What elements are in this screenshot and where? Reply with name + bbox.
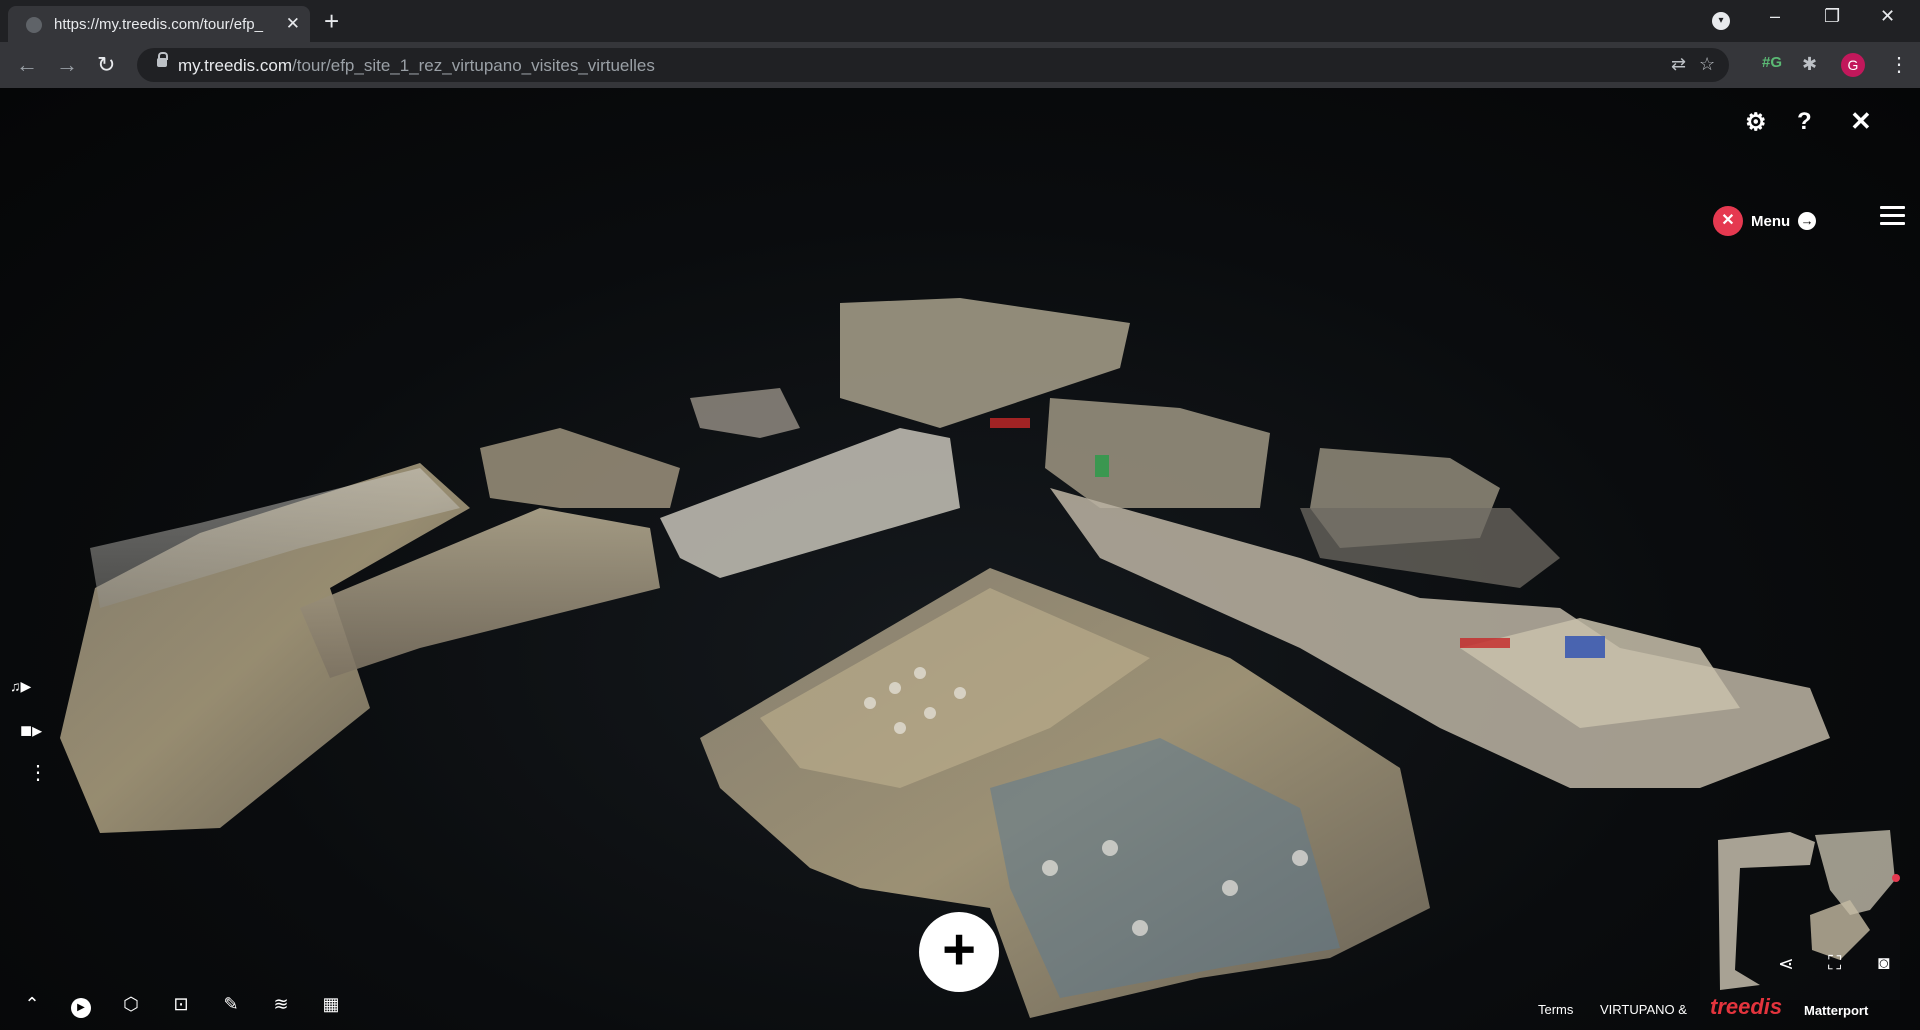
close-icon[interactable]: ✕ [1850, 106, 1872, 137]
browser-tab-bar: https://my.treedis.com/tour/efp_ ✕ + ▾ –… [0, 0, 1920, 42]
restore-button[interactable]: ❐ [1824, 6, 1840, 27]
play-circle-icon[interactable]: ▶ [67, 990, 95, 1018]
close-circle-icon[interactable]: ✕ [1713, 206, 1743, 236]
layers-icon[interactable]: ≋ [267, 990, 295, 1018]
new-tab-button[interactable]: + [324, 6, 339, 36]
fullscreen-icon[interactable]: ⛶ [1828, 953, 1841, 975]
treedis-logo[interactable]: treedis [1710, 994, 1782, 1020]
address-bar[interactable]: my.treedis.com/tour/efp_site_1_rez_virtu… [137, 48, 1729, 82]
forward-arrow-icon[interactable]: → [56, 52, 78, 78]
virtupano-link[interactable]: VIRTUPANO & [1600, 1002, 1687, 1017]
tab-search-icon[interactable]: ▾ [1712, 12, 1730, 30]
menu-label[interactable]: Menu [1751, 213, 1790, 230]
tab-close-icon[interactable]: ✕ [286, 14, 300, 34]
url-text[interactable]: my.treedis.com/tour/efp_site_1_rez_virtu… [178, 56, 655, 76]
hamburger-icon[interactable] [1880, 206, 1905, 225]
reload-icon[interactable]: ↻ [97, 52, 115, 78]
menu-pill[interactable]: ✕ Menu → [1713, 205, 1817, 237]
map-icon[interactable]: ▦ [317, 990, 345, 1018]
chevron-up-icon[interactable]: ⌃ [18, 990, 46, 1018]
dollhouse-model[interactable] [0, 88, 1920, 1030]
globe-icon [26, 17, 42, 33]
vr-headset-icon[interactable]: ◙ [1878, 953, 1889, 975]
video-camera-icon[interactable]: ■▸ [20, 718, 42, 743]
floorplan-icon[interactable]: ⊡ [167, 990, 195, 1018]
matterport-viewer[interactable]: ⚙ ? ✕ ✕ Menu → ♫▶ ■▸ ⋮ ⌃ ▶ ⬡ ⊡ ✎ ≋ ▦ + ⋖… [0, 88, 1920, 1030]
window-close-button[interactable]: ✕ [1880, 6, 1895, 27]
terms-link[interactable]: Terms [1538, 1002, 1573, 1017]
vertical-dots-icon[interactable]: ⋮ [28, 760, 48, 785]
extensions-puzzle-icon[interactable]: ✱ [1802, 54, 1817, 75]
minimize-button[interactable]: – [1770, 6, 1780, 27]
extension-g-icon[interactable]: #G [1762, 54, 1782, 71]
share-icon[interactable]: ⋖ [1778, 953, 1794, 976]
gear-icon[interactable]: ⚙ [1745, 108, 1767, 137]
ruler-icon[interactable]: ✎ [217, 990, 245, 1018]
matterport-logo[interactable]: Matterport [1804, 1003, 1868, 1018]
minimap[interactable] [1700, 820, 1900, 1000]
translate-icon[interactable]: ⇄ [1671, 54, 1686, 75]
bookmark-star-icon[interactable]: ☆ [1699, 54, 1715, 75]
browser-menu-icon[interactable]: ⋮ [1889, 52, 1909, 77]
lock-icon[interactable] [157, 52, 168, 67]
profile-avatar[interactable]: G [1841, 53, 1865, 77]
back-arrow-icon[interactable]: ← [16, 52, 38, 78]
add-plus-button[interactable]: + [919, 912, 999, 992]
browser-toolbar: ← → ↻ my.treedis.com/tour/efp_site_1_rez… [0, 42, 1920, 88]
question-icon[interactable]: ? [1797, 108, 1812, 136]
arrow-right-circle-icon[interactable]: → [1798, 212, 1817, 230]
tab-title: https://my.treedis.com/tour/efp_ [54, 16, 263, 33]
dollhouse-icon[interactable]: ⬡ [117, 990, 145, 1018]
music-play-icon[interactable]: ♫▶ [10, 678, 31, 695]
browser-tab[interactable]: https://my.treedis.com/tour/efp_ ✕ [8, 6, 310, 42]
